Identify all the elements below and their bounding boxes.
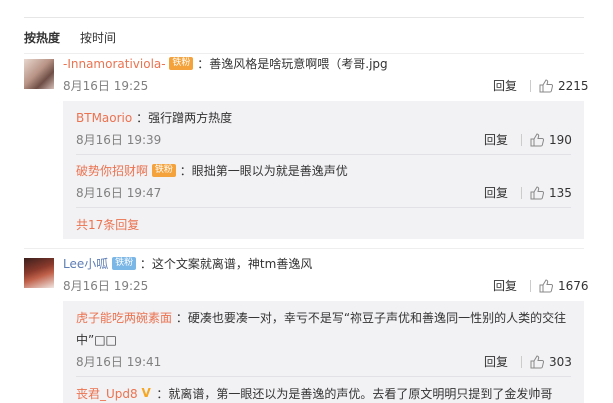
like-count: 135 (549, 186, 572, 200)
comment-line: -Innamorativiola- 铁粉 ：善逸风格是啥玩意啊喂（考哥.jpg (63, 56, 388, 72)
reply-divider (76, 154, 571, 155)
like-count: 303 (549, 355, 572, 369)
username-link[interactable]: 丧君_Upd8 (76, 387, 138, 401)
username-link[interactable]: 虎子能吃两碗素面 (76, 311, 172, 325)
avatar[interactable] (24, 59, 54, 89)
reply-line: 破势你招财啊 铁粉 ：眼拙第一眼以为就是善逸声优 (76, 163, 348, 179)
like-count: 2215 (558, 79, 589, 93)
username-link[interactable]: 破势你招财啊 (76, 164, 148, 178)
comment-divider (24, 248, 584, 249)
top-divider (24, 17, 584, 18)
v-verified-icon: V (141, 386, 151, 400)
fan-badge-icon[interactable]: 铁粉 (151, 164, 176, 177)
thumb-up-icon[interactable] (538, 78, 554, 94)
reply-text-continued: 中”□□ (76, 333, 117, 347)
reply-text: ：眼拙第一眼以为就是善逸声优 (179, 164, 348, 178)
reply-line: BTMaorio ：强行蹭两方热度 (76, 110, 232, 126)
reply-thread: BTMaorio ：强行蹭两方热度 8月16日 19:39 回复 190 破势你… (63, 101, 584, 239)
comment-time: 8月16日 19:25 (63, 79, 149, 93)
avatar[interactable] (24, 258, 54, 288)
comment-text: ：善逸风格是啥玩意啊喂（考哥.jpg (197, 57, 388, 71)
more-replies-link[interactable]: 共17条回复 (76, 217, 139, 233)
action-divider (521, 187, 522, 199)
reply-text: ：就离谱，第一眼还以为是善逸的声优。去看了原文明明只提到了金发帅哥 (156, 387, 553, 401)
reply-text: ：强行蹭两方热度 (136, 111, 233, 125)
action-divider (521, 356, 522, 368)
username-link[interactable]: -Innamorativiola- (63, 57, 166, 71)
reply-time: 8月16日 19:41 (76, 355, 162, 369)
reply-button[interactable]: 回复 (493, 278, 517, 294)
comment-line: Lee小呱 铁粉 ：这个文案就离谱，神tm善逸风 (63, 256, 312, 272)
action-divider (530, 80, 531, 92)
reply-button[interactable]: 回复 (484, 185, 508, 201)
fan-badge-icon[interactable]: 铁粉 (169, 57, 194, 70)
username-link[interactable]: BTMaorio (76, 111, 132, 125)
like-count: 190 (549, 133, 572, 147)
username-link[interactable]: Lee小呱 (63, 257, 108, 271)
reply-divider (76, 376, 571, 377)
reply-divider (76, 207, 571, 208)
reply-time: 8月16日 19:39 (76, 133, 162, 147)
action-divider (521, 134, 522, 146)
thumb-up-icon[interactable] (529, 354, 545, 370)
reply-line: 虎子能吃两碗素面 ：硬凑也要凑一对，幸亏不是写“祢豆子声优和善逸同一性别的人类的… (76, 310, 566, 326)
reply-time: 8月16日 19:47 (76, 186, 162, 200)
reply-button[interactable]: 回复 (484, 354, 508, 370)
comment-time: 8月16日 19:25 (63, 279, 149, 293)
thumb-up-icon[interactable] (529, 132, 545, 148)
sort-by-hot-tab[interactable]: 按热度 (24, 30, 60, 46)
reply-text: ：硬凑也要凑一对，幸亏不是写“祢豆子声优和善逸同一性别的人类的交往 (175, 311, 567, 325)
comment-text: ：这个文案就离谱，神tm善逸风 (139, 257, 313, 271)
sort-divider (24, 53, 584, 54)
thumb-up-icon[interactable] (529, 185, 545, 201)
sort-by-time-tab[interactable]: 按时间 (80, 30, 116, 46)
fan-badge-icon[interactable]: 铁粉 (112, 257, 137, 270)
reply-button[interactable]: 回复 (484, 132, 508, 148)
reply-line: 丧君_Upd8 V ：就离谱，第一眼还以为是善逸的声优。去看了原文明明只提到了金… (76, 386, 552, 402)
like-count: 1676 (558, 279, 589, 293)
reply-thread: 虎子能吃两碗素面 ：硬凑也要凑一对，幸亏不是写“祢豆子声优和善逸同一性别的人类的… (63, 301, 584, 403)
thumb-up-icon[interactable] (538, 278, 554, 294)
action-divider (530, 280, 531, 292)
reply-button[interactable]: 回复 (493, 78, 517, 94)
